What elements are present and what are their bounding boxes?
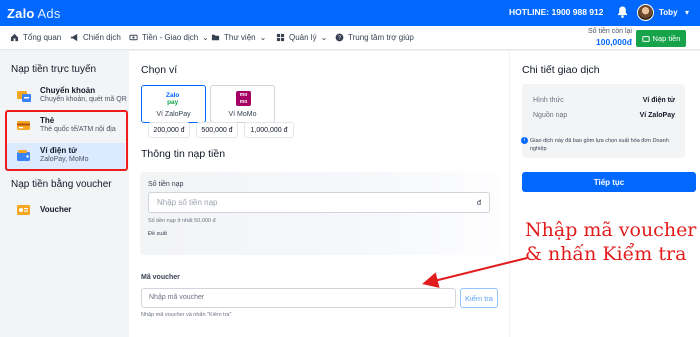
nav-thu-vien[interactable]: Thư viện ⌄ (211, 33, 266, 42)
invoice-note: i Giao dịch này đã bao gồm lựa chọn xuất… (521, 137, 676, 153)
balance-value: 100,000đ (596, 37, 632, 47)
amount-label: Số tiền nạp (148, 181, 184, 188)
voucher-input[interactable]: Nhập mã voucher (141, 288, 456, 308)
info-icon: i (521, 137, 528, 144)
amount-input[interactable]: Nhập số tiền nạp đ (148, 192, 490, 213)
chevron-down-icon: ⌄ (320, 33, 328, 42)
zalo-ads-logo[interactable]: Zalo Ads (7, 6, 61, 21)
suggest-chip-1m[interactable]: 1,000,000 đ (244, 122, 294, 138)
nav-tong-quan[interactable]: Tổng quan (10, 33, 61, 42)
wallet-option-momo[interactable]: mo mo Ví MoMo (210, 85, 275, 123)
card-icon (17, 121, 30, 130)
chevron-down-icon[interactable]: ▾ (685, 8, 689, 17)
sidebar-item-voucher[interactable]: Voucher (5, 197, 125, 225)
annotation-text: Nhập mã voucher & nhấn Kiểm tra (525, 219, 697, 265)
nav-chien-dich[interactable]: Chiến dịch (70, 33, 121, 42)
home-icon (10, 33, 19, 42)
money-icon (129, 34, 138, 41)
suggest-chip-200k[interactable]: 200,000 đ (148, 122, 190, 138)
chevron-down-icon: ⌄ (259, 33, 267, 42)
voucher-hint: Nhập mã voucher và nhấn "Kiểm tra" (141, 312, 232, 318)
megaphone-icon (70, 33, 78, 42)
nav-tro-giup[interactable]: ? Trung tâm trợ giúp (335, 33, 414, 42)
detail-key-method: Hình thức (533, 97, 564, 104)
hotline-text: HOTLINE: 1900 988 912 (509, 7, 604, 17)
sidebar-item-card[interactable]: Thẻ Thẻ quốc tế/ATM nội địa (5, 113, 125, 141)
balance-label: Số tiền còn lại (588, 28, 632, 35)
momo-logo: mo mo (236, 91, 251, 106)
payment-method-sidebar: Nạp tiền trực tuyến Chuyển khoản Chuyển … (0, 51, 128, 337)
voucher-topup-title: Nạp tiền bằng voucher (11, 179, 112, 190)
username[interactable]: Toby (659, 8, 678, 17)
suggest-chip-500k[interactable]: 500,000 đ (196, 122, 238, 138)
sidebar-item-ewallet[interactable]: Ví điện tử ZaloPay, MoMo (5, 143, 125, 171)
zalopay-logo: Zalo pay (166, 92, 180, 106)
voucher-label: Mã voucher (141, 274, 180, 281)
help-icon: ? (335, 33, 344, 42)
topup-button[interactable]: Nạp tiền (636, 30, 686, 47)
voucher-icon (17, 205, 30, 215)
detail-key-source: Nguồn nạp (533, 112, 568, 119)
bank-transfer-icon (17, 91, 31, 102)
svg-text:?: ? (338, 36, 341, 42)
grid-icon (276, 33, 285, 42)
wallet-option-zalopay[interactable]: Zalo pay Ví ZaloPay (141, 85, 206, 123)
detail-value-source: Ví ZaloPay (639, 112, 675, 119)
wallet-icon (17, 150, 30, 161)
sidebar-item-bank-transfer[interactable]: Chuyển khoản Chuyển khoản, quét mã QR (5, 83, 127, 111)
continue-button[interactable]: Tiếp tục (522, 172, 696, 192)
amount-min-hint: Số tiền nạp ít nhất 50,000 đ (148, 218, 216, 224)
topup-info-title: Thông tin nạp tiền (141, 148, 226, 160)
nav-tien-giao-dich[interactable]: Tiền - Giao dịch ⌄ (129, 33, 209, 42)
detail-value-method: Ví điện tử (642, 97, 675, 104)
wallet-icon (641, 35, 650, 42)
suggest-label: Đề xuất (148, 231, 167, 237)
choose-wallet-title: Chọn ví (141, 64, 178, 76)
online-topup-title: Nạp tiền trực tuyến (11, 64, 97, 75)
transaction-details-panel: Chi tiết giao dịch Hình thức Ví điện tử … (510, 51, 700, 337)
notification-bell-icon[interactable] (617, 5, 628, 19)
chevron-down-icon: ⌄ (202, 33, 209, 42)
check-voucher-button[interactable]: Kiểm tra (460, 288, 498, 308)
avatar[interactable] (637, 4, 654, 21)
nav-quan-ly[interactable]: Quản lý ⌄ (276, 33, 327, 42)
main-panel: Chọn ví Zalo pay Ví ZaloPay mo mo Ví MoMo … (129, 51, 509, 337)
details-title: Chi tiết giao dịch (522, 64, 600, 76)
amount-panel: Số tiền nạp Nhập số tiền nạp đ Số tiền n… (140, 172, 498, 255)
folder-icon (211, 34, 220, 41)
